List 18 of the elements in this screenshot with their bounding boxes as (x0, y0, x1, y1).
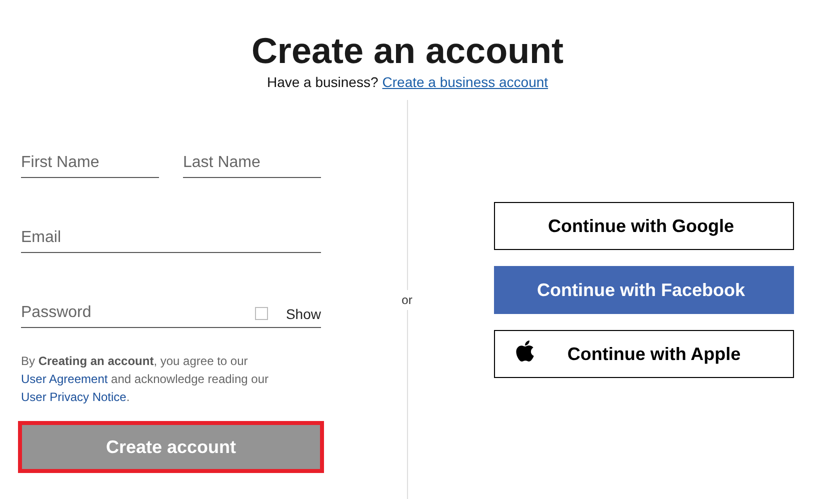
show-checkbox[interactable] (254, 307, 268, 320)
social-login-button[interactable]: Continue with Facebook (494, 266, 794, 314)
or-label: or (402, 290, 412, 310)
name-field[interactable]: First Name (21, 150, 159, 178)
legal-text: By Creating an account, you agree to our (21, 354, 248, 368)
legal-link[interactable]: User Privacy Notice (21, 390, 126, 404)
password-field[interactable]: Password (21, 300, 255, 327)
show-label: Show (286, 306, 321, 322)
email-field[interactable]: Email (21, 225, 321, 253)
legal-text: and acknowledge reading our (110, 372, 268, 386)
legal-link[interactable]: User Agreement (21, 372, 108, 386)
subtitle: Have a business? (266, 74, 378, 90)
social-login-button[interactable]: Continue with Google (494, 202, 794, 250)
legal-text: . (126, 390, 130, 404)
name-field[interactable]: Last Name (183, 150, 321, 178)
social-login-button[interactable]: Continue with Apple (494, 330, 794, 378)
page-title: Create an account (251, 30, 564, 72)
business-account-link[interactable]: Create a business account (382, 74, 548, 90)
